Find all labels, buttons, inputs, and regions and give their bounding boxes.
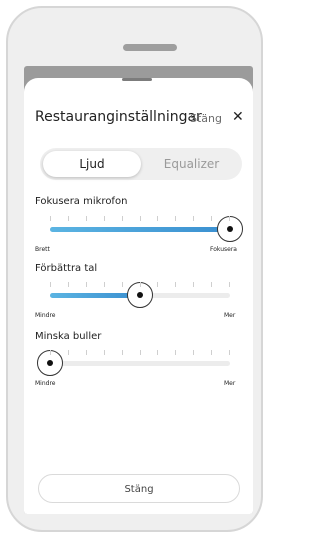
slider-forbattra-tal[interactable] — [50, 282, 230, 308]
slider-tick — [157, 282, 158, 287]
sheet-title: Restauranginställningar — [35, 109, 202, 125]
close-button[interactable]: Stäng — [38, 474, 240, 503]
slider-tick — [157, 216, 158, 221]
slider-tick — [68, 282, 69, 287]
slider-tick — [68, 350, 69, 355]
slider-tick — [122, 282, 123, 287]
slider-tick — [86, 350, 87, 355]
slider-tick — [211, 350, 212, 355]
slider-label-fokusera-mikrofon: Fokusera mikrofon — [35, 196, 128, 207]
slider-max-label: Mer — [224, 312, 236, 319]
slider-tick — [157, 350, 158, 355]
slider-label-forbattra-tal: Förbättra tal — [35, 263, 98, 274]
slider-min-label: Brett — [35, 246, 50, 253]
slider-minska-buller[interactable] — [37, 350, 230, 376]
slider-tick — [140, 350, 141, 355]
slider-tick — [175, 216, 176, 221]
slider-tick — [193, 216, 194, 221]
tab-equalizer[interactable]: Equalizer — [141, 151, 242, 177]
speaker-grille — [123, 44, 177, 51]
slider-tick — [140, 282, 141, 287]
slider-tick — [86, 216, 87, 221]
slider-tick — [211, 282, 212, 287]
slider-tick — [86, 282, 87, 287]
close-label[interactable]: Stäng — [190, 112, 222, 125]
slider-tick — [104, 350, 105, 355]
slider-max-label: Mer — [224, 380, 236, 387]
tab-ljud[interactable]: Ljud — [43, 151, 141, 177]
slider-tick — [140, 216, 141, 221]
sheet-drag-handle[interactable] — [122, 78, 152, 81]
settings-sheet: Restauranginställningar Stäng ✕ Ljud Equ… — [24, 78, 253, 514]
slider-tick — [50, 282, 51, 287]
close-icon[interactable]: ✕ — [232, 109, 244, 125]
slider-fill — [50, 227, 230, 232]
slider-tick — [175, 282, 176, 287]
slider-tick — [50, 216, 51, 221]
slider-tick — [104, 282, 105, 287]
slider-tick — [211, 216, 212, 221]
slider-thumb[interactable] — [217, 216, 243, 242]
slider-tick — [229, 216, 230, 221]
slider-tick — [122, 350, 123, 355]
screen: Restauranginställningar Stäng ✕ Ljud Equ… — [24, 66, 253, 514]
slider-label-minska-buller: Minska buller — [35, 331, 102, 342]
slider-tick — [193, 350, 194, 355]
slider-tick — [104, 216, 105, 221]
slider-tick — [68, 216, 69, 221]
slider-tick — [229, 350, 230, 355]
slider-min-label: Mindre — [35, 312, 56, 319]
slider-tick — [122, 216, 123, 221]
slider-tick — [193, 282, 194, 287]
slider-fokusera-mikrofon[interactable] — [50, 216, 243, 242]
slider-tick — [50, 350, 51, 355]
slider-max-label: Fokusera — [210, 246, 237, 253]
slider-tick — [175, 350, 176, 355]
slider-min-label: Mindre — [35, 380, 56, 387]
slider-tick — [229, 282, 230, 287]
tab-bar: Ljud Equalizer — [40, 148, 242, 180]
